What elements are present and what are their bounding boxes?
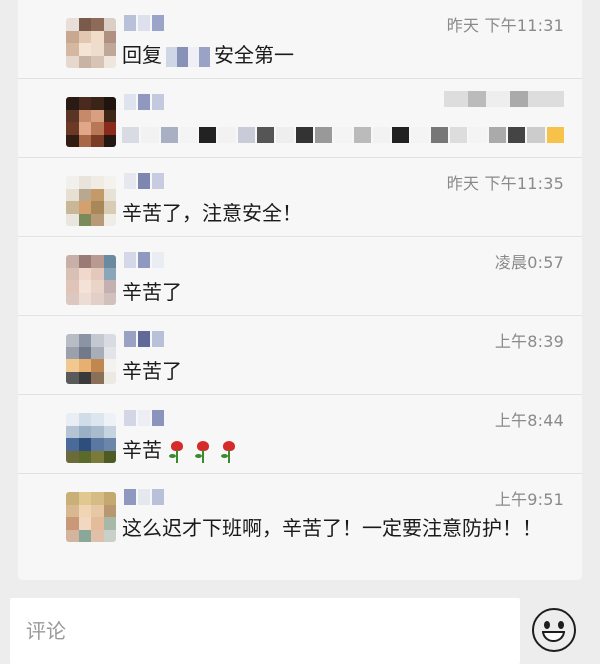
avatar[interactable] [66, 255, 116, 305]
comment-time: 上午8:39 [494, 332, 564, 351]
comment-item[interactable] [18, 79, 582, 158]
commenter-name-redacted[interactable] [124, 91, 204, 113]
avatar[interactable] [66, 18, 116, 68]
commenter-name-redacted[interactable] [124, 249, 204, 271]
smiley-face-icon[interactable] [532, 608, 576, 652]
comment-body: 安全第一 [214, 43, 294, 67]
comment-time: 昨天 下午11:35 [446, 174, 564, 193]
avatar[interactable] [66, 413, 116, 463]
commenter-name-redacted[interactable] [124, 12, 204, 34]
avatar[interactable] [66, 176, 116, 226]
comment-text: 辛苦了 [122, 280, 182, 304]
comment-text: 回复 安全第一 [122, 40, 562, 70]
comment-input[interactable] [10, 598, 520, 664]
comment-text: 辛苦了，注意安全！ [122, 201, 302, 225]
rose-emoji-icon [218, 440, 240, 464]
commenter-name-redacted[interactable] [124, 486, 204, 508]
comment-time: 凌晨0:57 [494, 253, 564, 272]
mouth-icon [542, 631, 565, 642]
comment-item[interactable]: 昨天 下午11:35 辛苦了，注意安全！ [18, 158, 582, 237]
avatar[interactable] [66, 492, 116, 542]
reply-prefix: 回复 [122, 43, 162, 67]
rose-emoji-icon [166, 440, 188, 464]
commenter-name-redacted[interactable] [124, 170, 204, 192]
comment-time: 昨天 下午11:31 [446, 16, 564, 35]
eye-icon-right [558, 621, 564, 629]
commenter-name-redacted[interactable] [124, 407, 204, 429]
commenter-name-redacted[interactable] [124, 328, 204, 350]
comment-item[interactable]: 昨天 下午11:31 回复 安全第一 [18, 0, 582, 79]
avatar[interactable] [66, 334, 116, 384]
reply-target-redacted [166, 46, 210, 67]
comment-text: 这么迟才下班啊，辛苦了！一定要注意防护！！ [122, 516, 542, 540]
comment-time-redacted [444, 91, 564, 107]
rose-emoji-icon [192, 440, 214, 464]
comment-time: 上午8:44 [494, 411, 564, 430]
moments-comments-page: 昨天 下午11:31 回复 安全第一 昨天 下午11:35 辛苦了，注意安全！ … [0, 0, 600, 664]
comment-item[interactable]: 上午8:39 辛苦了 [18, 316, 582, 395]
comment-bar [0, 596, 600, 664]
comment-item[interactable]: 上午9:51 这么迟才下班啊，辛苦了！一定要注意防护！！ [18, 474, 582, 580]
comment-text: 辛苦 [122, 435, 562, 465]
comment-text: 辛苦了 [122, 359, 182, 383]
comment-item[interactable]: 上午8:44 辛苦 [18, 395, 582, 474]
comment-time: 上午9:51 [494, 490, 564, 509]
comment-text-redacted [122, 127, 564, 143]
comment-body: 辛苦 [122, 438, 162, 462]
eye-icon-left [544, 621, 550, 629]
avatar[interactable] [66, 97, 116, 147]
comment-item[interactable]: 凌晨0:57 辛苦了 [18, 237, 582, 316]
comment-list: 昨天 下午11:31 回复 安全第一 昨天 下午11:35 辛苦了，注意安全！ … [18, 0, 582, 580]
